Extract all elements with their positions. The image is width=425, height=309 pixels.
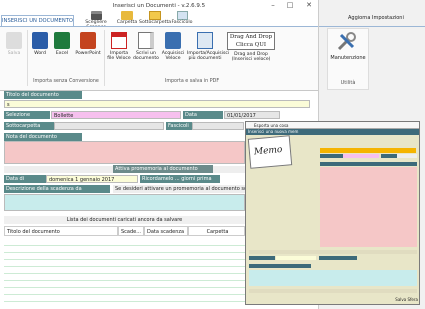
table-row: [4, 262, 245, 267]
table-row: [4, 255, 245, 260]
reminder-popup-window: Esporta una cosa Inserisci una nuova mem…: [245, 121, 420, 305]
pending-documents-header: Lista dei documenti caricati ancora da s…: [4, 216, 245, 224]
insert-date-field[interactable]: 01/01/2017: [224, 111, 280, 119]
word-button[interactable]: Word: [30, 32, 50, 56]
refresh-link[interactable]: Aggiorna: [348, 15, 370, 21]
col-due-date[interactable]: Data scadenza: [144, 226, 188, 236]
table-row: [4, 283, 245, 288]
powerpoint-icon: [80, 32, 96, 49]
note-label: Nota del documento: [4, 133, 82, 141]
write-document-button[interactable]: Scrivi un documento: [133, 32, 159, 61]
popup-remind-label: [319, 256, 357, 260]
memo-image: Memo: [247, 135, 293, 169]
col-title[interactable]: Titolo del documento: [4, 226, 118, 236]
popup-due-label: [249, 256, 275, 260]
import-multi-button[interactable]: Importa/Acquisisci più documenti: [187, 32, 229, 61]
save-button[interactable]: Salva: [4, 32, 24, 56]
drag-drop-box: Drag And Drop Clicca QUI: [227, 32, 275, 50]
tab-inserisci-documento[interactable]: INSERISCI UN DOCUMENTO: [1, 15, 74, 26]
note-textarea[interactable]: [4, 141, 245, 164]
settings-link[interactable]: Impostazioni: [372, 15, 404, 21]
popup-note-label: [320, 162, 417, 166]
subfolder-icon: [149, 11, 161, 20]
import-fast-button[interactable]: Importa file Veloce: [106, 32, 132, 61]
subfolder-label: Sottocarpetta: [4, 122, 54, 130]
popup-subtitle: Inserisci una nuova mem: [246, 129, 419, 135]
file-bundle-icon: [176, 11, 188, 20]
table-row: [4, 241, 245, 246]
popup-hint-row: [249, 289, 417, 293]
powerpoint-button[interactable]: PowerPoint: [74, 32, 102, 56]
folder-label: Selezione Carpetta: [4, 111, 50, 126]
title-label: Titolo del documento: [4, 91, 82, 99]
popup-label-2: [381, 154, 397, 158]
group-label-import-pdf: Importa e salva in PDF: [164, 79, 220, 84]
subfolder-select[interactable]: [54, 122, 164, 130]
table-row: [4, 269, 245, 274]
folder-select[interactable]: Bollette: [51, 111, 181, 119]
table-row: [4, 290, 245, 295]
popup-due-picker[interactable]: [276, 256, 316, 260]
fascicoli-select[interactable]: [192, 122, 244, 130]
scanner-icon: [165, 32, 181, 49]
col-scade[interactable]: Scade...: [118, 226, 144, 236]
pdf-icon: [111, 32, 127, 49]
title-input[interactable]: s: [4, 100, 310, 108]
popup-description-label: [249, 264, 311, 268]
tools-icon[interactable]: [336, 30, 358, 52]
drag-drop-button[interactable]: Drag And Drop Clicca QUI Drag and Drop (…: [225, 32, 277, 62]
save-icon: [6, 32, 22, 49]
excel-icon: [54, 32, 70, 49]
table-row: [4, 297, 245, 302]
due-description-textarea[interactable]: [4, 194, 245, 211]
fascicoli-label: Fascicoli: [166, 122, 192, 130]
multi-document-icon: [197, 32, 213, 49]
utility-group-label: Utilità: [340, 80, 356, 86]
excel-button[interactable]: Excel: [52, 32, 72, 56]
popup-save-button[interactable]: Salva Sfera: [392, 297, 418, 303]
maintenance-button[interactable]: Manutenzione: [329, 55, 367, 61]
documents-table-body[interactable]: [4, 236, 245, 307]
popup-field-bar: [320, 148, 416, 153]
remind-days-label: Ricordamelo ... giorni prima: [140, 175, 220, 183]
close-icon[interactable]: ✕: [302, 0, 316, 10]
word-icon: [32, 32, 48, 49]
popup-date-field[interactable]: [397, 154, 417, 158]
reminder-hint: Se desideri attivare un promemoria al do…: [113, 185, 245, 193]
reminder-checkbox[interactable]: Attiva promemoria al documento: [113, 165, 213, 173]
group-label-import-no-conversion: Importa senza Conversione: [33, 79, 99, 84]
due-date-label: Data di scadenza: [4, 175, 46, 190]
popup-label: [320, 154, 343, 158]
insert-date-label: Data inserimento: [183, 111, 223, 126]
popup-reminder-row: [249, 250, 417, 254]
maximize-icon[interactable]: □: [283, 0, 297, 10]
popup-note-textarea[interactable]: [320, 167, 417, 247]
due-description-label: Descrizione della scadenza da visualizza…: [4, 185, 110, 200]
folder-icon: [121, 11, 133, 20]
popup-folder-field[interactable]: [343, 154, 379, 158]
due-date-picker[interactable]: domenica 1 gennaio 2017: [46, 175, 138, 183]
document-icon: [138, 32, 154, 49]
minimize-icon[interactable]: –: [266, 0, 280, 10]
table-row: [4, 248, 245, 253]
table-row: [4, 276, 245, 281]
popup-description-textarea[interactable]: [249, 270, 417, 286]
acquire-fast-button[interactable]: Acquisisci Veloce: [160, 32, 186, 61]
popup-title-bar: Esporta una cosa: [246, 122, 419, 129]
col-folder[interactable]: Carpetta: [188, 226, 245, 236]
printer-icon: [90, 11, 102, 20]
